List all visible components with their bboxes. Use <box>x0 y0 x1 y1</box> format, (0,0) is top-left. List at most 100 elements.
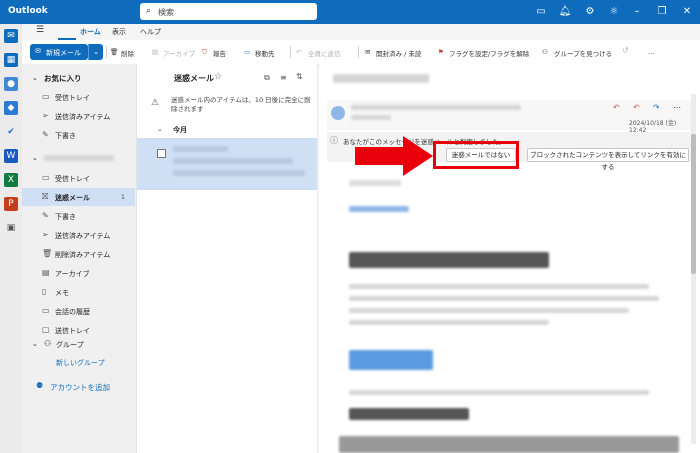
warning-icon: ⚠ <box>151 98 160 108</box>
scrollbar-thumb[interactable] <box>691 134 696 274</box>
groups-icon[interactable]: ◆ <box>4 101 18 115</box>
new-mail-dropdown[interactable]: ⌄ <box>88 44 103 60</box>
info-icon: ⓘ <box>330 136 338 145</box>
delete-button[interactable]: 削除 <box>121 48 134 58</box>
tab-view[interactable]: 表示 <box>112 27 126 37</box>
close-icon[interactable]: ✕ <box>680 5 694 19</box>
groups-header[interactable]: グループ <box>56 340 84 350</box>
list-title: 迷惑メール <box>174 74 214 83</box>
chevron-down-icon[interactable]: ⌄ <box>32 154 38 162</box>
section-header: 今月 <box>173 126 187 134</box>
bell-icon[interactable]: 🔔︎ <box>558 5 572 19</box>
star-icon[interactable]: ☆ <box>214 72 222 82</box>
more-button[interactable]: … <box>648 48 655 56</box>
add-account-link[interactable]: アカウントを追加 <box>50 382 110 393</box>
tab-home[interactable]: ホーム <box>80 27 101 37</box>
folder-deleted[interactable]: 🗑︎ 削除済みアイテム <box>22 245 135 263</box>
folder-pane: ⌄ お気に入り ▭ 受信トレイ ➢ 送信済みアイテム ✎ 下書き ⌄ ▭ 受信ト… <box>22 64 135 453</box>
report-button[interactable]: 報告 <box>213 48 226 58</box>
folder-inbox[interactable]: ▭ 受信トレイ <box>22 169 135 187</box>
list-item[interactable] <box>137 138 317 190</box>
my-day-icon[interactable]: ▭ <box>534 5 548 19</box>
divider <box>358 46 359 58</box>
inbox-icon: ▭ <box>42 92 50 101</box>
lightbulb-icon[interactable]: ☼ <box>607 5 621 19</box>
folder-drafts[interactable]: ✎ 下書き <box>22 207 135 225</box>
blurred-image <box>339 436 679 453</box>
app-title: Outlook <box>8 6 48 16</box>
new-group-link[interactable]: 新しいグループ <box>56 358 105 368</box>
junk-notice: 迷惑メール内のアイテムは、10 日後に完全に削除されます <box>171 96 311 113</box>
chevron-down-icon[interactable]: ⌄ <box>157 125 163 133</box>
favorite-sent[interactable]: ➢ 送信済みアイテム <box>22 107 135 125</box>
search-input[interactable]: 検索 <box>158 7 174 18</box>
undo-icon[interactable]: ↺ <box>622 46 629 55</box>
reply-icon[interactable]: ↶ <box>613 103 620 112</box>
search-box[interactable]: ⌕ 検索 <box>140 3 317 20</box>
message-list: 迷惑メール ☆ ⧉ ≡ ⇅ ⚠ 迷惑メール内のアイテムは、10 日後に完全に削除… <box>136 64 317 453</box>
move-button[interactable]: 移動先 <box>255 48 275 58</box>
forward-icon[interactable]: ↷ <box>653 103 660 112</box>
sort-icon[interactable]: ⇅ <box>296 72 303 81</box>
chevron-down-icon[interactable]: ⌄ <box>32 74 38 82</box>
people-icon: ⚇ <box>542 48 548 56</box>
excel-icon[interactable]: X <box>4 173 18 187</box>
archive-button[interactable]: アーカイブ <box>163 48 195 58</box>
people-icon[interactable]: ● <box>4 77 18 91</box>
trash-icon[interactable]: 🗑︎ <box>110 48 118 56</box>
flag-button[interactable]: フラグを設定/フラグを解除 <box>449 48 529 58</box>
apps-icon[interactable]: ▣ <box>4 221 18 235</box>
more-icon[interactable]: ⋯ <box>673 103 681 112</box>
folder-sent[interactable]: ➢ 送信済みアイテム <box>22 226 135 244</box>
folder-outbox[interactable]: ▢ 送信トレイ <box>22 321 135 339</box>
highlight-box <box>433 141 519 169</box>
blurred-subheading <box>349 408 469 420</box>
scrollbar[interactable] <box>691 94 696 444</box>
copy-icon[interactable]: ⧉ <box>264 73 270 83</box>
blurred-text <box>349 390 649 395</box>
gear-icon[interactable]: ⚙ <box>583 5 597 19</box>
tab-help[interactable]: ヘルプ <box>140 27 161 37</box>
todo-icon[interactable]: ✔ <box>4 125 18 139</box>
envelope-icon: ✉ <box>35 47 41 55</box>
subject-line <box>173 158 293 164</box>
folder-icon: ▭ <box>42 306 50 315</box>
trash-icon: 🗑︎ <box>42 249 53 258</box>
new-mail-button[interactable]: ✉ 新規メール <box>30 44 88 60</box>
divider <box>106 46 107 58</box>
favorites-header[interactable]: お気に入り <box>44 73 82 84</box>
calendar-icon[interactable]: ▦ <box>4 53 18 67</box>
filter-icon[interactable]: ≡ <box>280 73 287 82</box>
reading-pane: ↶ ↶ ↷ ⋯ 2024/10/18 (金) 12:42 ⓘ あなたがこのメッセ… <box>319 64 700 453</box>
outbox-icon: ▢ <box>42 325 50 334</box>
blurred-text <box>349 308 629 313</box>
chevron-down-icon[interactable]: ⌄ <box>32 340 38 348</box>
word-icon[interactable]: W <box>4 149 18 163</box>
reply-all-icon[interactable]: ↶ <box>633 103 640 112</box>
read-unread-button[interactable]: 開封済み / 未読 <box>376 48 421 58</box>
folder-archive[interactable]: ▤ アーカイブ <box>22 264 135 282</box>
message-header: ↶ ↶ ↷ ⋯ 2024/10/18 (金) 12:42 <box>327 100 692 134</box>
search-icon: ⌕ <box>146 6 152 16</box>
favorite-inbox[interactable]: ▭ 受信トレイ <box>22 88 135 106</box>
avatar <box>331 106 345 120</box>
send-icon: ➢ <box>42 230 49 239</box>
find-group-button[interactable]: グループを見つける <box>554 48 612 58</box>
powerpoint-icon[interactable]: P <box>4 197 18 211</box>
note-icon: ▯ <box>42 287 47 296</box>
reply-all-button[interactable]: 全員に返信 <box>308 48 341 58</box>
item-checkbox[interactable] <box>157 149 166 158</box>
email-subject <box>333 74 429 83</box>
minimize-icon[interactable]: – <box>630 5 644 19</box>
favorite-drafts[interactable]: ✎ 下書き <box>22 126 135 144</box>
folder-notes[interactable]: ▯ メモ <box>22 283 135 301</box>
show-blocked-content-button[interactable]: ブロックされたコンテンツを表示してリンクを有効にする <box>527 148 689 171</box>
mail-icon[interactable]: ✉ <box>4 29 18 43</box>
folder-move-icon: ▭ <box>244 48 251 56</box>
folder-conversation-history[interactable]: ▭ 会話の履歴 <box>22 302 135 320</box>
hamburger-icon[interactable]: ☰ <box>36 25 44 35</box>
folder-junk[interactable]: ⛝ 迷惑メール 1 <box>22 188 135 206</box>
restore-icon[interactable]: ❐ <box>655 5 669 19</box>
blurred-button <box>349 350 433 370</box>
account-name[interactable] <box>44 155 114 161</box>
